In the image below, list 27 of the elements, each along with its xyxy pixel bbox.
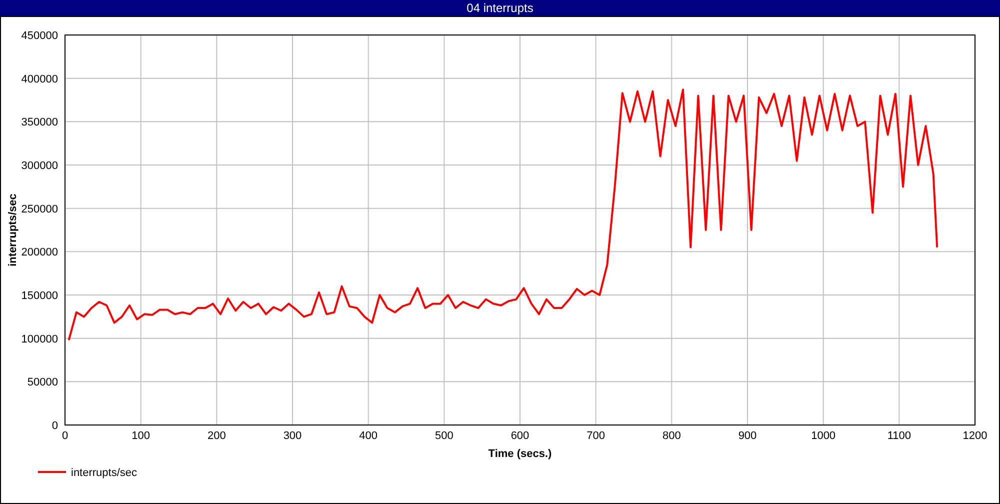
y-tick-label: 400000 bbox=[21, 73, 58, 86]
x-tick-label: 300 bbox=[283, 430, 302, 442]
x-tick-label: 700 bbox=[586, 430, 606, 442]
x-tick-label: 400 bbox=[359, 430, 378, 442]
x-tick-label: 0 bbox=[62, 430, 68, 442]
x-tick-label: 800 bbox=[662, 430, 681, 442]
y-tick-label: 300000 bbox=[21, 160, 58, 172]
y-tick-label: 350000 bbox=[21, 116, 58, 129]
y-tick-label: 100000 bbox=[21, 333, 58, 346]
x-tick-label: 900 bbox=[738, 430, 757, 442]
legend-label: interrupts/sec bbox=[71, 467, 138, 479]
y-tick-label: 450000 bbox=[21, 30, 58, 42]
y-tick-label: 150000 bbox=[21, 290, 58, 302]
x-tick-label: 200 bbox=[207, 430, 226, 442]
y-tick-label: 0 bbox=[52, 420, 58, 432]
x-axis-title: Time (secs.) bbox=[488, 448, 552, 460]
x-tick-label: 500 bbox=[434, 430, 454, 442]
window-title: 04 interrupts bbox=[466, 1, 534, 15]
x-tick-label: 1000 bbox=[811, 430, 836, 442]
y-tick-label: 50000 bbox=[27, 376, 58, 389]
y-axis-title: interrupts/sec bbox=[7, 194, 19, 266]
x-tick-label: 1100 bbox=[887, 430, 911, 442]
y-tick-label: 200000 bbox=[21, 246, 58, 259]
x-tick-label: 1200 bbox=[962, 430, 988, 442]
y-tick-label: 250000 bbox=[21, 203, 58, 216]
x-tick-label: 100 bbox=[132, 430, 150, 442]
x-tick-label: 600 bbox=[510, 430, 530, 442]
